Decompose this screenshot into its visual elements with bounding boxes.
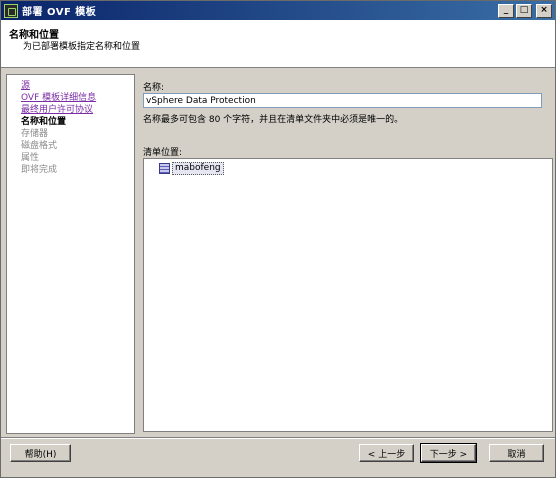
title-bar[interactable]: 部署 OVF 模板 _ □ ×	[1, 1, 555, 20]
name-hint: 名称最多可包含 80 个字符，并且在清单文件夹中必须是唯一的。	[143, 115, 404, 125]
deploy-ovf-dialog: 部署 OVF 模板 _ □ × 名称和位置 为已部署模板指定名称和位置 源 OV…	[0, 0, 556, 478]
vm-name-input[interactable]	[143, 93, 542, 108]
tree-node-datacenter[interactable]: mabofeng	[159, 162, 224, 175]
datacenter-icon	[159, 163, 170, 174]
inventory-location-label: 清单位置:	[143, 148, 183, 158]
close-button[interactable]: ×	[536, 3, 552, 18]
tree-node-label[interactable]: mabofeng	[172, 162, 224, 175]
back-button[interactable]: < 上一步	[359, 444, 414, 462]
cancel-button[interactable]: 取消	[489, 444, 544, 462]
window-title: 部署 OVF 模板	[22, 7, 97, 18]
nav-step-ready: 即将完成	[21, 165, 58, 175]
inventory-tree[interactable]: mabofeng	[143, 158, 553, 432]
maximize-button[interactable]: □	[516, 3, 532, 18]
minimize-button[interactable]: _	[498, 3, 514, 18]
step-subtitle: 为已部署模板指定名称和位置	[23, 42, 141, 52]
wizard-step-nav: 源 OVF 模板详细信息 最终用户许可协议 名称和位置 存储器 磁盘格式 属性 …	[6, 74, 135, 434]
help-button[interactable]: 帮助(H)	[10, 444, 71, 462]
wizard-header: 名称和位置 为已部署模板指定名称和位置	[1, 20, 555, 68]
footer-divider	[1, 437, 555, 439]
vsphere-app-icon	[4, 3, 18, 18]
name-label: 名称:	[143, 83, 165, 93]
next-button[interactable]: 下一步 >	[420, 443, 477, 463]
